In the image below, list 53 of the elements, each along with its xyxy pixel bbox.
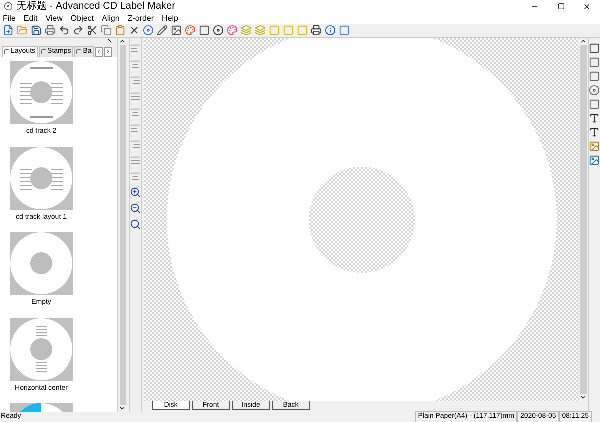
redo-icon[interactable] xyxy=(72,24,85,37)
menu-item[interactable]: Help xyxy=(162,14,178,22)
print-icon[interactable] xyxy=(310,24,323,37)
print-icon[interactable] xyxy=(44,24,57,37)
palette-icon[interactable] xyxy=(184,24,197,37)
undo-icon[interactable] xyxy=(58,24,71,37)
layout-thumbnail xyxy=(10,61,73,124)
align-left-icon[interactable] xyxy=(129,122,142,135)
close-icon xyxy=(583,2,591,10)
window-title: 无标题 - Advanced CD Label Maker xyxy=(17,2,176,12)
close-icon xyxy=(107,38,113,44)
new-file-icon[interactable] xyxy=(2,24,15,37)
scroll-left-button[interactable] xyxy=(94,47,103,57)
align-left-icon[interactable] xyxy=(129,42,142,55)
menu-item[interactable]: Align xyxy=(102,14,120,22)
color-icon[interactable] xyxy=(226,24,239,37)
image-icon[interactable] xyxy=(170,24,183,37)
align-center-icon[interactable] xyxy=(129,106,142,119)
menu-item[interactable]: Z-order xyxy=(128,14,154,22)
edit-icon[interactable] xyxy=(156,24,169,37)
text-icon[interactable] xyxy=(588,112,600,125)
save-icon[interactable] xyxy=(30,24,43,37)
tab-icon xyxy=(4,49,10,55)
zoom-out-icon[interactable] xyxy=(129,202,142,215)
menu-item[interactable]: Edit xyxy=(24,14,38,22)
align-icon[interactable] xyxy=(129,154,142,167)
menu-item[interactable]: File xyxy=(3,14,16,22)
info-icon[interactable] xyxy=(324,24,337,37)
layout-thumbnail xyxy=(10,232,73,295)
square-icon[interactable] xyxy=(338,24,351,37)
align-icon[interactable] xyxy=(129,90,142,103)
tab-icon xyxy=(40,49,47,55)
scrollbar[interactable] xyxy=(579,38,588,401)
zoom-icon[interactable] xyxy=(129,218,142,231)
cut-icon[interactable] xyxy=(86,24,99,37)
image-icon[interactable] xyxy=(588,154,600,167)
app-icon xyxy=(4,2,13,11)
scroll-right-button[interactable] xyxy=(104,47,112,57)
layout-thumbnail xyxy=(10,318,73,380)
disc-icon[interactable] xyxy=(212,24,225,37)
rounded-rectangle-icon[interactable] xyxy=(588,70,600,83)
rectangle-icon[interactable] xyxy=(588,56,600,69)
align-right-icon[interactable] xyxy=(129,138,142,151)
align-right-icon[interactable] xyxy=(129,74,142,87)
frame-icon[interactable] xyxy=(198,24,211,37)
scrollbar[interactable] xyxy=(118,38,127,412)
menu-item[interactable]: View xyxy=(46,14,63,22)
maximize-icon xyxy=(558,3,564,10)
align-center-icon[interactable] xyxy=(129,58,142,71)
tab-icon xyxy=(76,49,82,55)
zoom-in-icon[interactable] xyxy=(129,186,142,199)
menu-item[interactable]: Object xyxy=(70,14,94,22)
layout-thumbnail xyxy=(10,146,73,210)
